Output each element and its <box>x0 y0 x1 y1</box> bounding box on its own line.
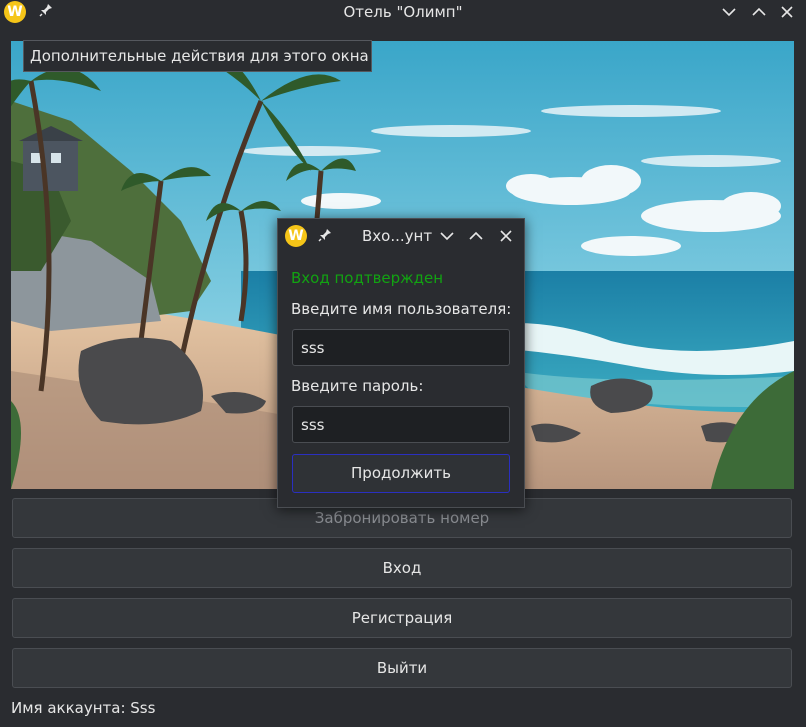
login-status-text: Вход подтвержден <box>291 269 444 287</box>
window-actions-tooltip: Дополнительные действия для этого окна <box>23 40 372 72</box>
dialog-title: Вхо...унт <box>362 227 433 245</box>
dialog-minimize-button[interactable] <box>438 227 456 245</box>
username-input[interactable] <box>292 329 510 366</box>
dialog-close-button[interactable] <box>497 227 515 245</box>
username-label: Введите имя пользователя: <box>291 300 512 318</box>
dialog-maximize-button[interactable] <box>467 227 485 245</box>
minimize-button[interactable] <box>719 2 739 22</box>
continue-button[interactable]: Продолжить <box>292 454 510 493</box>
password-input[interactable] <box>292 406 510 443</box>
titlebar: W Отель "Олимп" <box>0 0 806 24</box>
close-icon <box>781 6 793 18</box>
window-title: Отель "Олимп" <box>343 3 463 21</box>
login-dialog: W Вхо...унт Вход подтвержден Введите имя… <box>277 218 525 508</box>
login-button[interactable]: Вход <box>12 548 792 588</box>
chevron-up-icon <box>469 231 483 240</box>
chevron-down-icon <box>440 232 454 241</box>
password-label: Введите пароль: <box>291 377 424 395</box>
maximize-button[interactable] <box>749 2 769 22</box>
dialog-logo-icon[interactable]: W <box>285 225 307 247</box>
exit-button[interactable]: Выйти <box>12 648 792 688</box>
dialog-pin-icon[interactable] <box>318 228 332 246</box>
close-button[interactable] <box>777 2 797 22</box>
close-icon <box>500 230 512 242</box>
chevron-up-icon <box>752 7 766 16</box>
register-button[interactable]: Регистрация <box>12 598 792 638</box>
account-name-label: Имя аккаунта: Sss <box>11 699 156 717</box>
chevron-down-icon <box>722 8 736 17</box>
